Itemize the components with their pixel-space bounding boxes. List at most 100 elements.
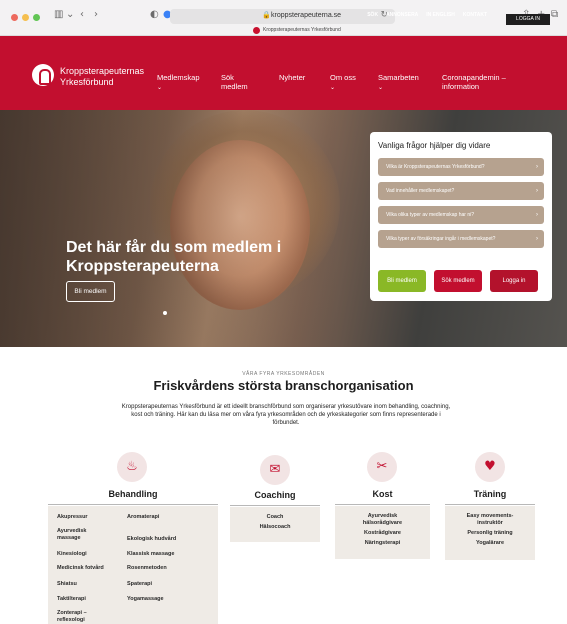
category-title-behandling[interactable]: Behandling	[48, 489, 218, 499]
list-item[interactable]: Akupressur	[57, 514, 88, 521]
section-title: Friskvårdens största branschorganisation	[153, 378, 414, 393]
top-link-english[interactable]: IN ENGLISH	[426, 12, 455, 18]
nav-om-oss[interactable]: Om oss ⌄	[330, 73, 356, 92]
faq-title: Vanliga frågor hjälper dig vidare	[378, 141, 491, 150]
login-button[interactable]: LOGGA IN	[506, 14, 550, 25]
nav-label: Sök	[221, 73, 234, 82]
slider-dot-active[interactable]	[163, 311, 167, 315]
chevron-right-icon: ›	[536, 188, 538, 194]
list-item[interactable]: Ayurvedisk massage	[57, 528, 107, 542]
faq-question[interactable]: Vilka olika typer av medlemskap har ni? ›	[378, 206, 544, 224]
hero-join-button[interactable]: Bli medlem	[66, 281, 115, 302]
section-kicker: VÅRA FYRA YRKESOMRÅDEN	[242, 371, 325, 377]
back-icon[interactable]: ‹	[80, 9, 84, 20]
faq-card: Vanliga frågor hjälper dig vidare Vilka …	[370, 132, 552, 301]
nav-medlemskap[interactable]: Medlemskap ⌄	[157, 73, 200, 92]
list-item[interactable]: Zonterapi – reflexologi	[57, 610, 102, 624]
nav-label: Medlemskap	[157, 73, 200, 82]
list-item[interactable]: Hälsocoach	[230, 524, 320, 531]
sidebar-chevron-icon[interactable]: ⌄	[66, 9, 74, 20]
list-item[interactable]: Klassisk massage	[127, 551, 174, 558]
list-item[interactable]: Ayurvedisk hälsorådgivare	[349, 513, 416, 527]
tab-title: Kroppsterapeuternas Yrkesförbund	[263, 27, 341, 33]
browser-toolbar: ▥ ⌄ ‹ › ◐ ● 🔒 kroppsterapeuterna.se ↻ ⇪ …	[0, 0, 567, 36]
category-list-coaching: Coach Hälsocoach	[230, 507, 320, 542]
nav-label: Coronapandemin –	[442, 73, 506, 82]
category-list-traning: Easy movements-instruktör Personlig trän…	[445, 506, 535, 560]
nav-label: Samarbeten	[378, 73, 419, 82]
massage-icon: ♨	[117, 452, 147, 482]
list-item[interactable]: Shiatsu	[57, 581, 77, 588]
address-bar[interactable]: 🔒 kroppsterapeuterna.se ↻	[170, 9, 395, 24]
chevron-down-icon: ⌄	[157, 84, 163, 91]
nav-nyheter[interactable]: Nyheter	[279, 73, 305, 82]
faq-buttons: Bli medlem Sök medlem Logga in	[378, 270, 538, 292]
chat-icon: ✉	[260, 455, 290, 485]
list-item[interactable]: Aromaterapi	[127, 514, 159, 521]
chevron-right-icon: ›	[536, 164, 538, 170]
close-window-button[interactable]	[11, 14, 18, 21]
minimize-window-button[interactable]	[22, 14, 29, 21]
divider	[48, 504, 218, 505]
list-item[interactable]: Medicinsk fotvård	[57, 565, 104, 572]
logo-icon[interactable]	[32, 64, 54, 86]
brand-line-2: Yrkesförbund	[60, 77, 114, 87]
favicon-icon	[253, 27, 260, 34]
brand-line-1: Kroppsterapeuternas	[60, 66, 145, 76]
category-list-kost: Ayurvedisk hälsorådgivare Kostrådgivare …	[335, 506, 430, 559]
nav-label-line2: information	[442, 82, 480, 91]
list-item[interactable]: Yogalärare	[457, 540, 523, 547]
category-title-kost[interactable]: Kost	[335, 489, 430, 499]
list-item[interactable]: Kinesiologi	[57, 551, 87, 558]
faq-login-button[interactable]: Logga in	[490, 270, 538, 292]
nav-samarbeten[interactable]: Samarbeten ⌄	[378, 73, 419, 92]
top-link-advertise[interactable]: ANNONSERA	[386, 12, 418, 18]
list-item[interactable]: Personlig träning	[457, 530, 523, 537]
nav-corona[interactable]: Coronapandemin – information	[442, 73, 506, 91]
list-item[interactable]: Yogamassage	[127, 596, 164, 603]
list-item[interactable]: Coach	[230, 514, 320, 521]
url-text: kroppsterapeuterna.se	[271, 12, 342, 19]
list-item[interactable]: Spaterapi	[127, 581, 152, 588]
heartbeat-icon: ♥	[475, 452, 505, 482]
chevron-right-icon: ›	[536, 236, 538, 242]
tab[interactable]: Kroppsterapeuternas Yrkesförbund	[0, 26, 567, 36]
forward-icon[interactable]: ›	[94, 9, 98, 20]
privacy-shield-icon[interactable]: ◐	[150, 9, 159, 20]
nav-sok-medlem[interactable]: Sök medlem	[221, 73, 248, 91]
hero-title: Det här får du som medlem i Kroppsterape…	[66, 239, 282, 275]
divider	[445, 504, 535, 505]
category-title-traning[interactable]: Träning	[445, 489, 535, 499]
list-item[interactable]: Ekologisk hudvård	[127, 536, 176, 543]
zoom-window-button[interactable]	[33, 14, 40, 21]
top-links: SÖK ANNONSERA IN ENGLISH KONTAKT	[367, 12, 487, 18]
nav-label-line2: medlem	[221, 82, 248, 91]
category-title-coaching[interactable]: Coaching	[230, 490, 320, 500]
join-button[interactable]: Bli medlem	[378, 270, 426, 292]
list-item[interactable]: Taktilterapi	[57, 596, 86, 603]
chevron-down-icon: ⌄	[378, 84, 384, 91]
list-item[interactable]: Easy movements-instruktör	[457, 513, 523, 527]
faq-question[interactable]: Vilka är Kroppsterapeuternas Yrkesförbun…	[378, 158, 544, 176]
tabs-overview-icon[interactable]: ⧉	[551, 9, 558, 20]
faq-question[interactable]: Vilka typer av försäkringar ingår i medl…	[378, 230, 544, 248]
nutrition-icon: ✂	[367, 452, 397, 482]
divider	[335, 504, 430, 505]
list-item[interactable]: Rosenmetoden	[127, 565, 167, 572]
faq-question[interactable]: Vad innehåller medlemskapet? ›	[378, 182, 544, 200]
sidebar-icon[interactable]: ▥	[54, 9, 63, 20]
nav-label: Nyheter	[279, 73, 306, 82]
faq-question-text: Vilka typer av försäkringar ingår i medl…	[386, 236, 496, 242]
search-member-button[interactable]: Sök medlem	[434, 270, 482, 292]
faq-question-text: Vilka olika typer av medlemskap har ni?	[386, 212, 475, 218]
lock-icon: 🔒	[262, 11, 271, 19]
top-link-contact[interactable]: KONTAKT	[463, 12, 487, 18]
list-item[interactable]: Näringsterapi	[349, 540, 416, 547]
nav-label: Om oss	[330, 73, 356, 82]
list-item[interactable]: Kostrådgivare	[349, 530, 416, 537]
top-link-search[interactable]: SÖK	[367, 12, 378, 18]
faq-question-text: Vilka är Kroppsterapeuternas Yrkesförbun…	[386, 164, 485, 170]
brand-name[interactable]: Kroppsterapeuternas Yrkesförbund	[60, 66, 144, 88]
chevron-down-icon: ⌄	[330, 84, 336, 91]
section-intro: Kroppsterapeuternas Yrkesförbund är ett …	[121, 404, 451, 426]
